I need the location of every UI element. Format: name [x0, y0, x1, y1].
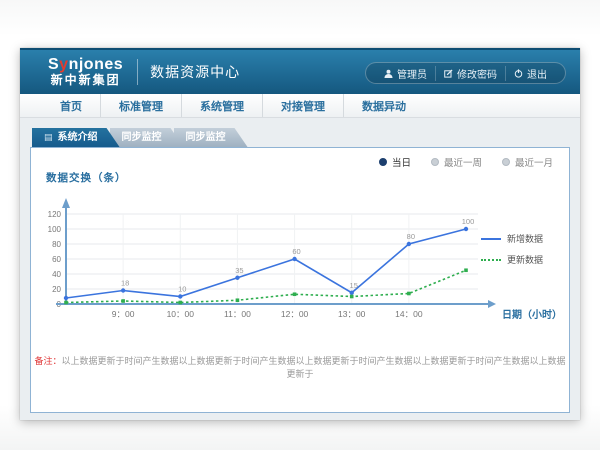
tab-bar: ▤ 系统介绍 同步监控 同步监控 — [32, 128, 580, 147]
svg-text:35: 35 — [235, 266, 243, 275]
tab-sync-monitor-2[interactable]: 同步监控 — [174, 128, 248, 147]
svg-text:100: 100 — [462, 217, 475, 226]
app-title: 数据资源中心 — [150, 62, 240, 82]
filter-today[interactable]: 当日 — [379, 155, 411, 169]
svg-text:80: 80 — [52, 240, 61, 249]
svg-text:80: 80 — [407, 232, 415, 241]
tab-sync-monitor-1[interactable]: 同步监控 — [110, 128, 184, 147]
company-logo: Synjones 新中新集团 — [48, 57, 123, 86]
chart-legend: 新增数据更新数据 — [481, 232, 559, 274]
edit-icon — [444, 69, 453, 78]
radio-icon — [431, 158, 439, 166]
chart-y-axis-title: 数据交换（条） — [46, 170, 127, 185]
nav-item-system-mgmt[interactable]: 系统管理 — [181, 94, 262, 117]
header-divider — [137, 59, 138, 85]
content-panel: 当日 最近一周 最近一月 数据交换（条） 0204060801001209：00… — [30, 147, 570, 413]
svg-text:100: 100 — [48, 225, 62, 234]
change-password-button[interactable]: 修改密码 — [435, 66, 505, 81]
svg-text:12：00: 12：00 — [281, 309, 309, 319]
svg-text:10: 10 — [178, 285, 186, 294]
svg-text:120: 120 — [48, 210, 62, 219]
logout-button[interactable]: 退出 — [505, 66, 555, 81]
svg-text:9：00: 9：00 — [112, 309, 135, 319]
user-menu-admin[interactable]: 管理员 — [376, 66, 435, 81]
svg-text:40: 40 — [52, 270, 61, 279]
svg-text:10：00: 10：00 — [167, 309, 195, 319]
tab-system-intro[interactable]: ▤ 系统介绍 — [32, 128, 120, 147]
footnote: 备注：以上数据更新于时间产生数据以上数据更新于时间产生数据以上数据更新于时间产生… — [31, 354, 569, 380]
nav-item-home[interactable]: 首页 — [42, 94, 100, 117]
dotted-line-icon — [481, 259, 501, 261]
nav-item-data-changes[interactable]: 数据异动 — [343, 94, 424, 117]
filter-last-week[interactable]: 最近一周 — [431, 155, 482, 169]
legend-label: 更新数据 — [507, 253, 543, 266]
footnote-prefix: 备注： — [34, 356, 61, 366]
user-menu: 管理员 修改密码 退出 — [365, 62, 566, 84]
legend-label: 新增数据 — [507, 232, 543, 245]
filter-last-month[interactable]: 最近一月 — [502, 155, 553, 169]
svg-text:60: 60 — [292, 247, 300, 256]
nav-item-integration-mgmt[interactable]: 对接管理 — [262, 94, 343, 117]
svg-text:日期（小时）: 日期（小时） — [502, 308, 562, 321]
logo-wordmark: Synjones — [48, 57, 123, 74]
svg-text:13：00: 13：00 — [338, 309, 366, 319]
solid-line-icon — [481, 238, 501, 240]
main-nav: 首页 标准管理 系统管理 对接管理 数据异动 — [20, 94, 580, 118]
svg-text:15: 15 — [350, 281, 358, 290]
header: Synjones 新中新集团 数据资源中心 管理员 修改密码 — [20, 48, 580, 94]
logo-chinese-name: 新中新集团 — [51, 74, 121, 87]
svg-text:60: 60 — [52, 255, 61, 264]
legend-item[interactable]: 新增数据 — [481, 232, 559, 245]
radio-icon — [502, 158, 510, 166]
time-range-filters: 当日 最近一周 最近一月 — [379, 155, 553, 169]
nav-item-standard-mgmt[interactable]: 标准管理 — [100, 94, 181, 117]
document-icon: ▤ — [44, 133, 53, 142]
legend-item[interactable]: 更新数据 — [481, 253, 559, 266]
svg-text:18: 18 — [121, 279, 129, 288]
svg-text:20: 20 — [52, 285, 61, 294]
footnote-text: 以上数据更新于时间产生数据以上数据更新于时间产生数据以上数据更新于时间产生数据以… — [62, 356, 566, 379]
app-window: Synjones 新中新集团 数据资源中心 管理员 修改密码 — [20, 48, 580, 420]
power-icon — [514, 69, 523, 78]
radio-selected-icon — [379, 158, 387, 166]
user-icon — [384, 69, 393, 78]
svg-text:14：00: 14：00 — [395, 309, 423, 319]
svg-text:11：00: 11：00 — [224, 309, 251, 319]
